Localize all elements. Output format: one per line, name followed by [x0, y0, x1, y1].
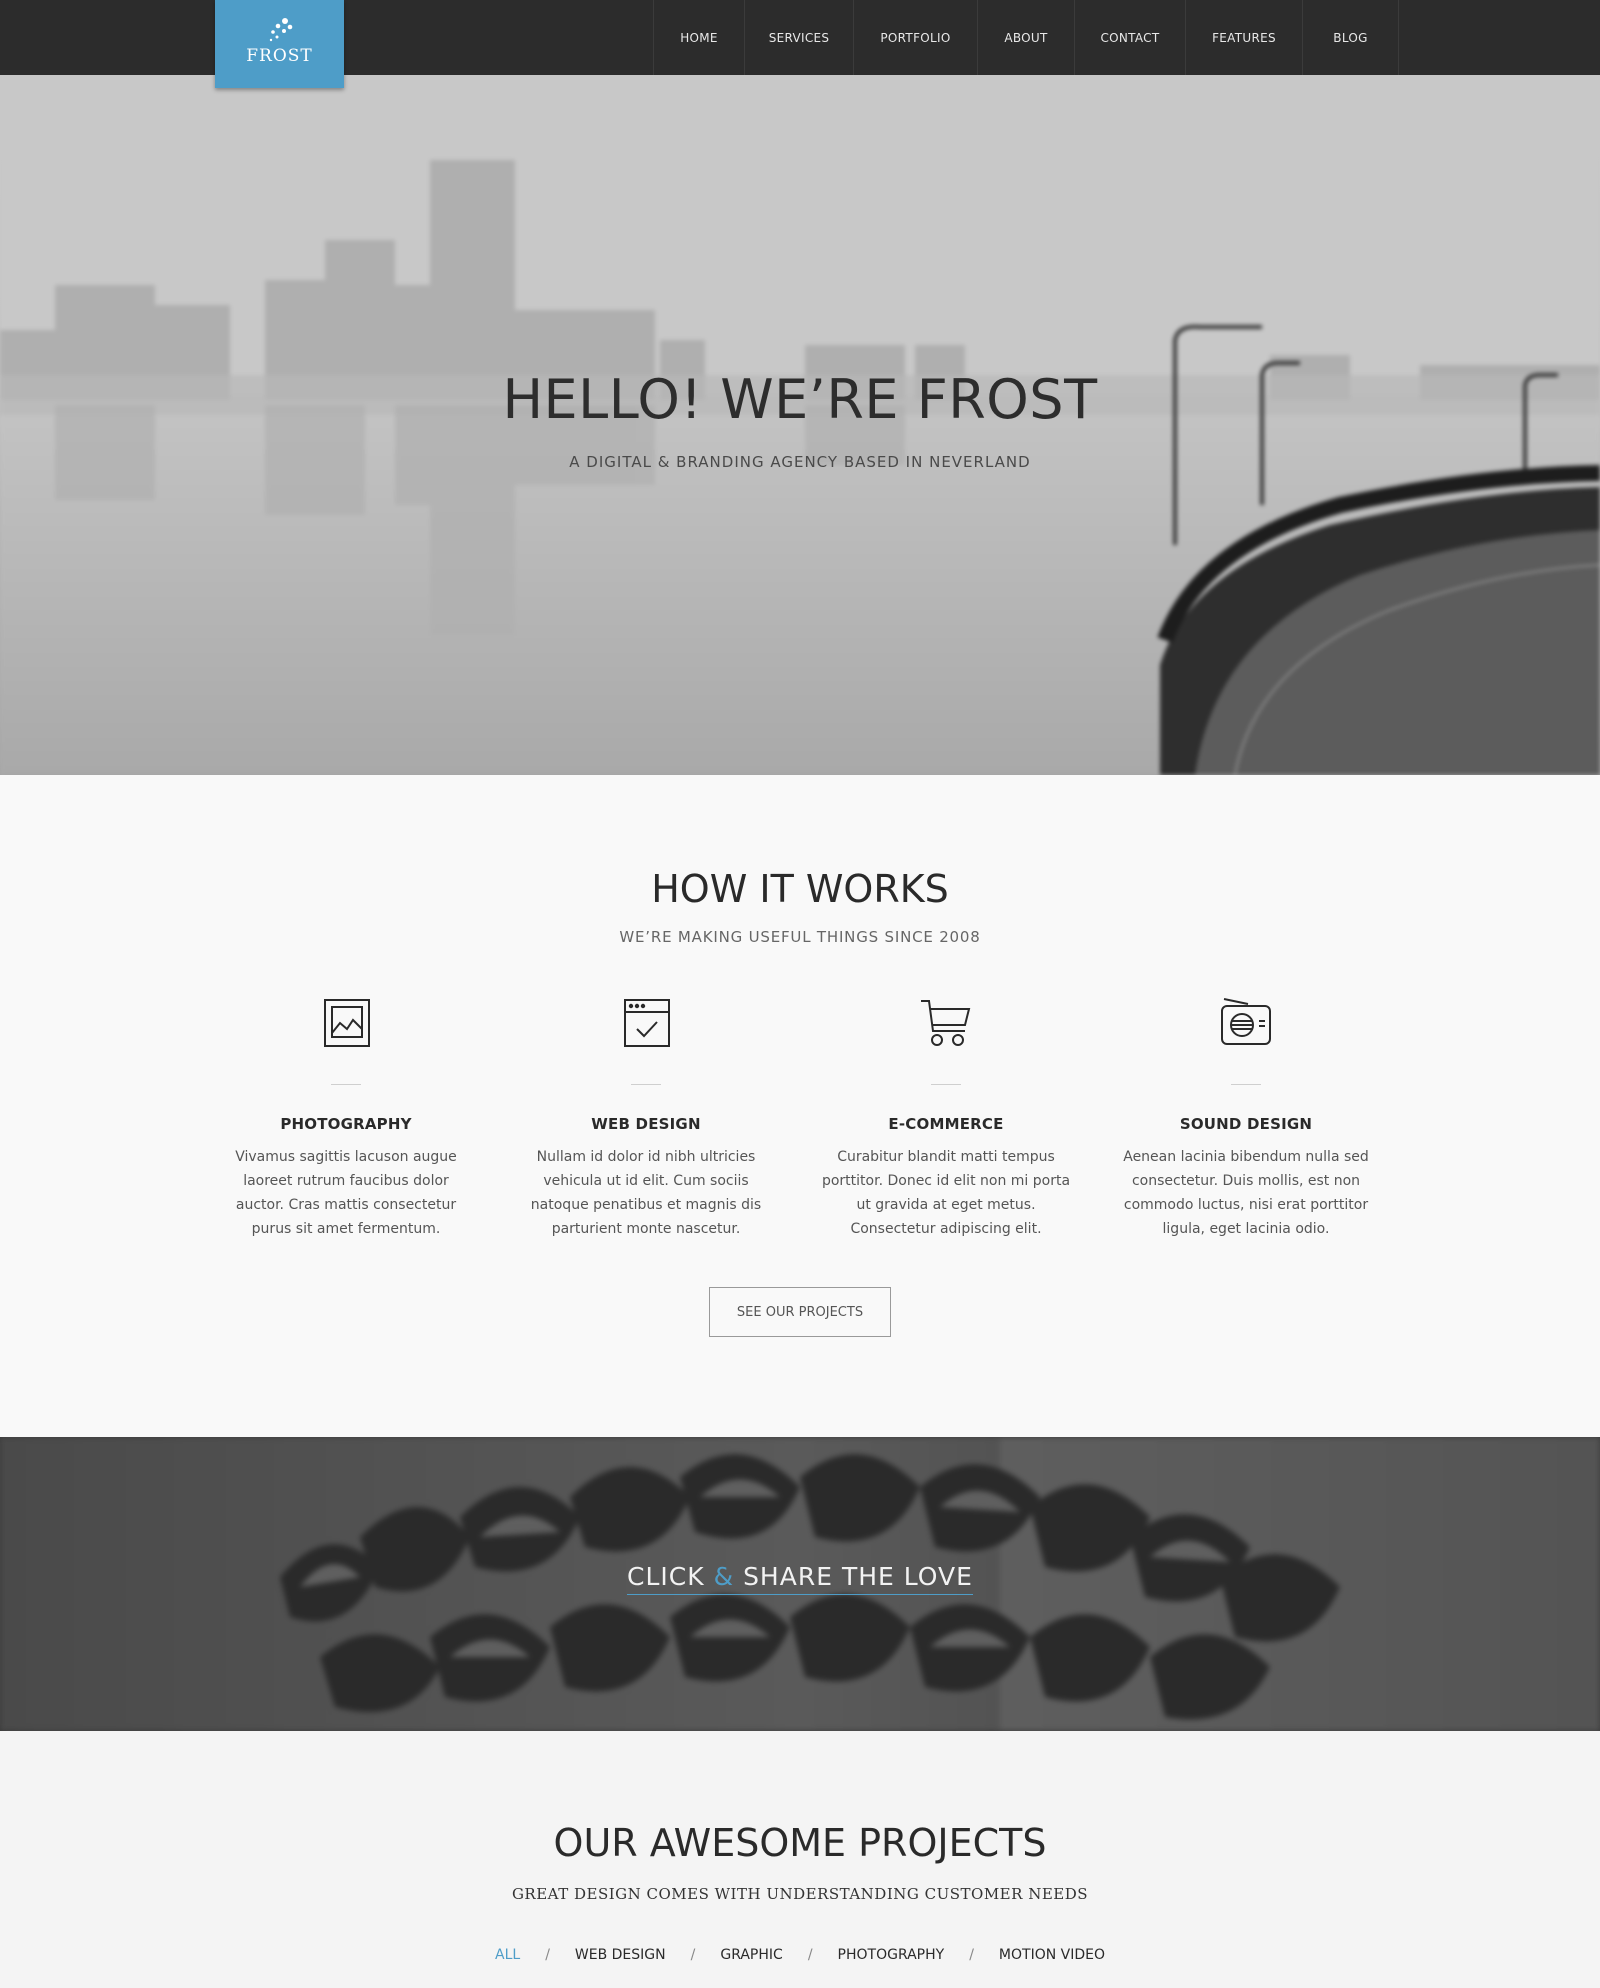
- feature-title: E-COMMERCE: [888, 1115, 1004, 1133]
- projects-title: OUR AWESOME PROJECTS: [553, 1821, 1047, 1865]
- hero-section: HELLO! WE’RE FROST A DIGITAL & BRANDING …: [0, 75, 1600, 775]
- frost-logo[interactable]: FROST: [215, 0, 344, 88]
- share-callout: CLICK & SHARE THE LOVE: [0, 1562, 1600, 1595]
- filter-web-design[interactable]: WEB DESIGN: [575, 1947, 666, 1963]
- nav-item-features[interactable]: FEATURES: [1185, 0, 1302, 75]
- feature-divider: [331, 1084, 361, 1085]
- logo-wordmark: FROST: [246, 46, 313, 66]
- how-it-works-title: HOW IT WORKS: [651, 867, 949, 911]
- feature-divider: [631, 1084, 661, 1085]
- nav-item-contact[interactable]: CONTACT: [1074, 0, 1185, 75]
- feature-description: Nullam id dolor id nibh ultricies vehicu…: [530, 1149, 762, 1237]
- shopping-cart-icon: [921, 1000, 971, 1046]
- feature-description: Aenean lacinia bibendum nulla sed consec…: [1123, 1149, 1369, 1237]
- feature-title: WEB DESIGN: [591, 1115, 701, 1133]
- how-it-works-subtitle: WE’RE MAKING USEFUL THINGS SINCE 2008: [619, 928, 981, 946]
- top-navigation-bar: FROST HOME SERVICES PORTFOLIO ABOUT CONT…: [0, 0, 1600, 88]
- browser-check-icon: [624, 999, 670, 1047]
- radio-icon: [1221, 998, 1271, 1045]
- feature-title: PHOTOGRAPHY: [280, 1115, 412, 1133]
- filter-motion-video[interactable]: MOTION VIDEO: [999, 1947, 1105, 1963]
- feature-divider: [1231, 1084, 1261, 1085]
- nav-item-portfolio[interactable]: PORTFOLIO: [853, 0, 977, 75]
- feature-description: Vivamus sagittis lacuson augue laoreet r…: [235, 1149, 457, 1237]
- hero-subtitle: A DIGITAL & BRANDING AGENCY BASED IN NEV…: [569, 453, 1031, 471]
- share-link[interactable]: CLICK & SHARE THE LOVE: [627, 1562, 973, 1595]
- filter-photography[interactable]: PHOTOGRAPHY: [838, 1947, 945, 1963]
- share-text-love: SHARE THE LOVE: [743, 1562, 973, 1591]
- project-filters: ALL / WEB DESIGN / GRAPHIC / PHOTOGRAPHY…: [0, 1947, 1600, 1963]
- filter-graphic[interactable]: GRAPHIC: [720, 1947, 782, 1963]
- snowflake-icon: [269, 18, 292, 42]
- filter-all[interactable]: ALL: [495, 1947, 520, 1963]
- feature-divider: [931, 1084, 961, 1085]
- share-ampersand: &: [713, 1562, 735, 1591]
- filter-separator: /: [969, 1947, 974, 1963]
- feature-e-commerce: E-COMMERCE Curabitur blandit matti tempu…: [821, 995, 1071, 1241]
- photo-frame-icon: [324, 999, 370, 1047]
- see-projects-button[interactable]: SEE OUR PROJECTS: [709, 1287, 891, 1337]
- feature-sound-design: SOUND DESIGN Aenean lacinia bibendum nul…: [1121, 995, 1371, 1241]
- filter-separator: /: [545, 1947, 550, 1963]
- hero-title: HELLO! WE’RE FROST: [502, 368, 1098, 431]
- filter-separator: /: [690, 1947, 696, 1963]
- features-grid: PHOTOGRAPHY Vivamus sagittis lacuson aug…: [221, 995, 1381, 1245]
- filter-separator: /: [807, 1947, 813, 1963]
- feature-description: Curabitur blandit matti tempus porttitor…: [821, 1149, 1071, 1237]
- share-text-click: CLICK: [627, 1562, 705, 1591]
- feature-web-design: WEB DESIGN Nullam id dolor id nibh ultri…: [521, 995, 771, 1241]
- feature-title: SOUND DESIGN: [1179, 1115, 1313, 1133]
- nav-item-home[interactable]: HOME: [653, 0, 744, 75]
- nav-item-services[interactable]: SERVICES: [744, 0, 853, 75]
- projects-subtitle: GREAT DESIGN COMES WITH UNDERSTANDING CU…: [511, 1885, 1089, 1903]
- nav-item-about[interactable]: ABOUT: [977, 0, 1074, 75]
- projects-section: OUR AWESOME PROJECTS GREAT DESIGN COMES …: [0, 1731, 1600, 1988]
- nav-item-blog[interactable]: BLOG: [1302, 0, 1399, 75]
- feature-photography: PHOTOGRAPHY Vivamus sagittis lacuson aug…: [221, 995, 471, 1241]
- share-banner: CLICK & SHARE THE LOVE: [0, 1437, 1600, 1731]
- main-menu: HOME SERVICES PORTFOLIO ABOUT CONTACT FE…: [653, 0, 1399, 75]
